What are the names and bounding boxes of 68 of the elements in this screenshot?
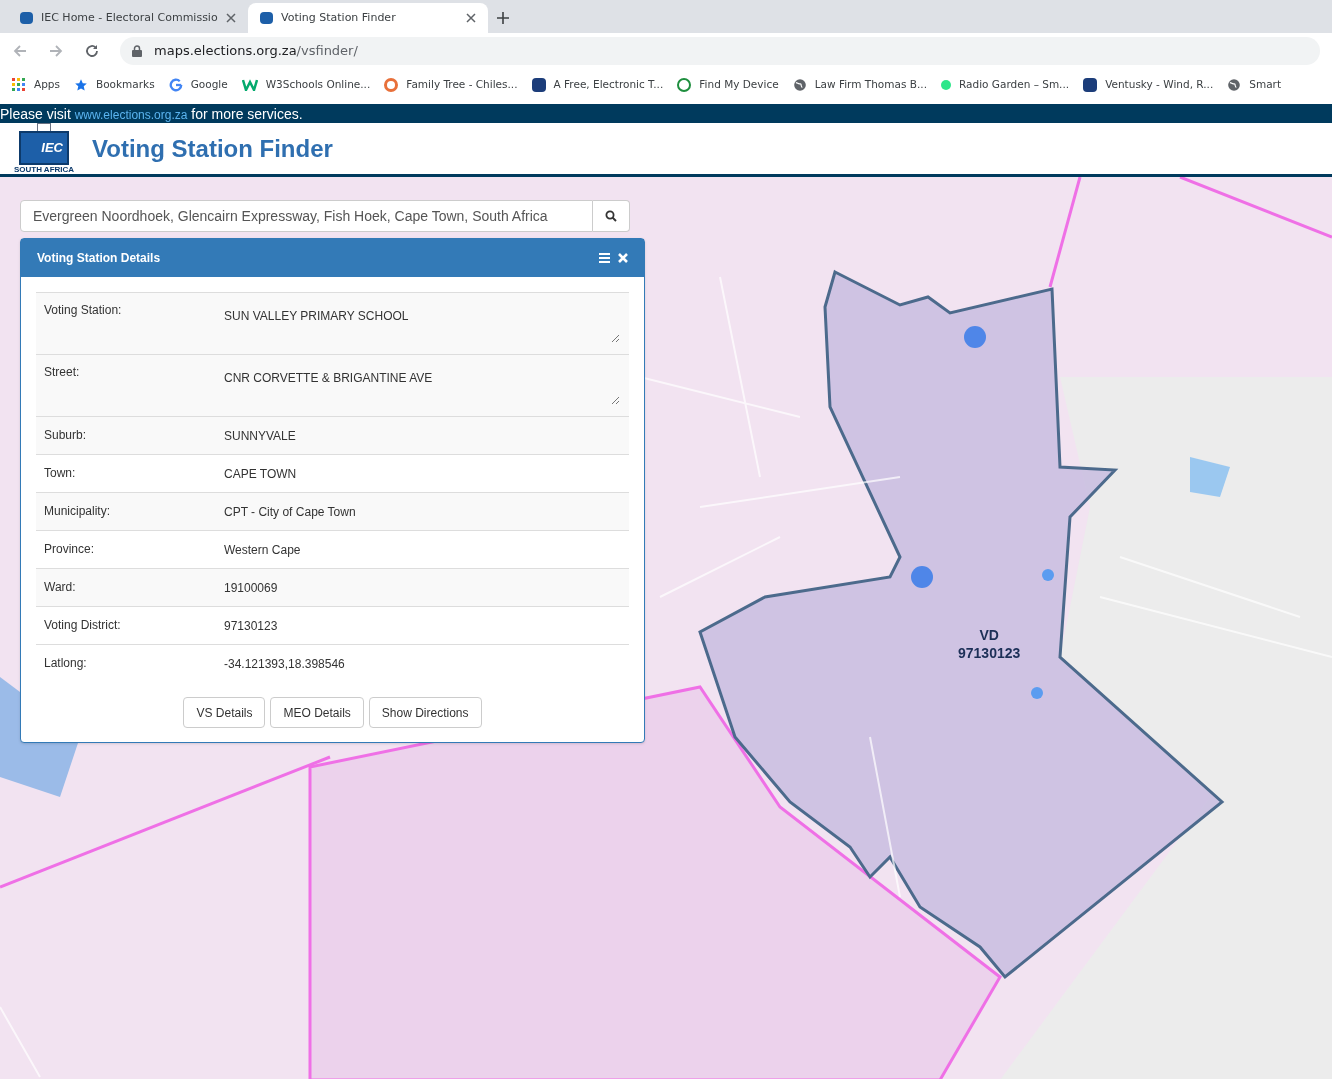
- close-icon[interactable]: [466, 13, 476, 23]
- value-textarea[interactable]: SUN VALLEY PRIMARY SCHOOL: [224, 301, 621, 346]
- elections-link[interactable]: www.elections.org.za: [74, 107, 188, 122]
- search-button[interactable]: [593, 200, 630, 232]
- bookmark-item[interactable]: A Free, Electronic T...: [531, 77, 664, 93]
- square-logo-icon: [531, 78, 546, 92]
- field-value: SUNNYVALE: [224, 428, 297, 445]
- search-field[interactable]: Evergreen Noordhoek, Glencairn Expressway, Fish Hoek, Cape Town, South Africa: [20, 200, 593, 232]
- field-label: Voting Station:: [44, 302, 123, 319]
- field-value: CPT - City of Cape Town: [224, 504, 357, 521]
- bookmark-item[interactable]: Apps: [12, 77, 60, 93]
- bookmark-item[interactable]: Radio Garden – Sm...: [940, 77, 1070, 93]
- panel-title: Voting Station Details: [37, 250, 161, 267]
- square-logo-icon: [1083, 78, 1098, 92]
- value-textarea[interactable]: CNR CORVETTE & BRIGANTINE AVE: [224, 363, 621, 408]
- resize-handle-icon[interactable]: [612, 335, 619, 342]
- field-label: Street:: [44, 364, 81, 381]
- panel-button[interactable]: VS Details: [183, 697, 266, 728]
- address-bar[interactable]: maps.elections.org.za/vsfinder/: [120, 37, 1320, 65]
- apps-grid-icon: [12, 78, 26, 92]
- bookmark-item[interactable]: Ventusky - Wind, R...: [1083, 77, 1214, 93]
- panel-button[interactable]: MEO Details: [270, 697, 364, 728]
- star-icon: [74, 78, 88, 92]
- field-label: Voting District:: [44, 617, 122, 634]
- url-text: maps.elections.org.za/vsfinder/: [154, 42, 358, 61]
- ring-icon: [384, 78, 399, 92]
- field-value: CAPE TOWN: [224, 466, 298, 483]
- w-logo-icon: [241, 79, 258, 91]
- reload-icon[interactable]: [84, 43, 100, 59]
- field-label: Province:: [44, 541, 96, 558]
- g-logo-icon: [168, 78, 183, 92]
- browser-tab[interactable]: IEC Home - Electoral Commissio: [8, 3, 248, 33]
- field-value: 97130123: [224, 618, 279, 635]
- browser-tab[interactable]: Voting Station Finder: [248, 3, 488, 33]
- tab-title: IEC Home - Electoral Commissio: [41, 9, 218, 26]
- menu-icon[interactable]: [599, 253, 610, 263]
- field-value: -34.121393,18.398546: [224, 656, 346, 673]
- field-label: Municipality:: [44, 503, 112, 520]
- field-label: Town:: [44, 465, 77, 482]
- device-icon: [677, 78, 692, 92]
- resize-handle-icon[interactable]: [612, 397, 619, 404]
- district-label: VD 97130123: [958, 627, 1021, 662]
- tab-title: Voting Station Finder: [281, 9, 397, 26]
- page-title: Voting Station Finder: [92, 133, 333, 164]
- bookmark-item[interactable]: Smart: [1227, 77, 1281, 93]
- notice-text: Please visit www.elections.org.za for more services.: [0, 106, 303, 121]
- field-label: Suburb:: [44, 427, 88, 444]
- ballot-box-favicon-icon: [20, 12, 33, 24]
- bookmark-item[interactable]: Family Tree - Chiles...: [384, 77, 518, 93]
- bookmark-item[interactable]: Law Firm Thomas B...: [792, 77, 927, 93]
- new-tab-icon[interactable]: [496, 11, 510, 25]
- panel-button[interactable]: Show Directions: [368, 697, 482, 728]
- globe-icon: [1227, 78, 1242, 92]
- bookmark-item[interactable]: Find My Device: [677, 77, 779, 93]
- search-icon: [605, 210, 617, 222]
- bookmark-item[interactable]: W3Schools Online...: [241, 77, 371, 93]
- close-icon[interactable]: [226, 13, 236, 23]
- field-label: Latlong:: [44, 655, 88, 672]
- globe-icon: [792, 78, 807, 92]
- field-label: Ward:: [44, 579, 77, 596]
- field-value: 19100069: [224, 580, 279, 597]
- logo-text: IEC: [41, 139, 63, 158]
- logo-caption: SOUTH AFRICA: [13, 166, 75, 174]
- bookmark-item[interactable]: Google: [168, 77, 228, 93]
- ballot-box-favicon-icon: [260, 12, 273, 24]
- field-value: Western Cape: [224, 542, 302, 559]
- lock-icon: [132, 45, 142, 57]
- bookmark-item[interactable]: Bookmarks: [74, 77, 155, 93]
